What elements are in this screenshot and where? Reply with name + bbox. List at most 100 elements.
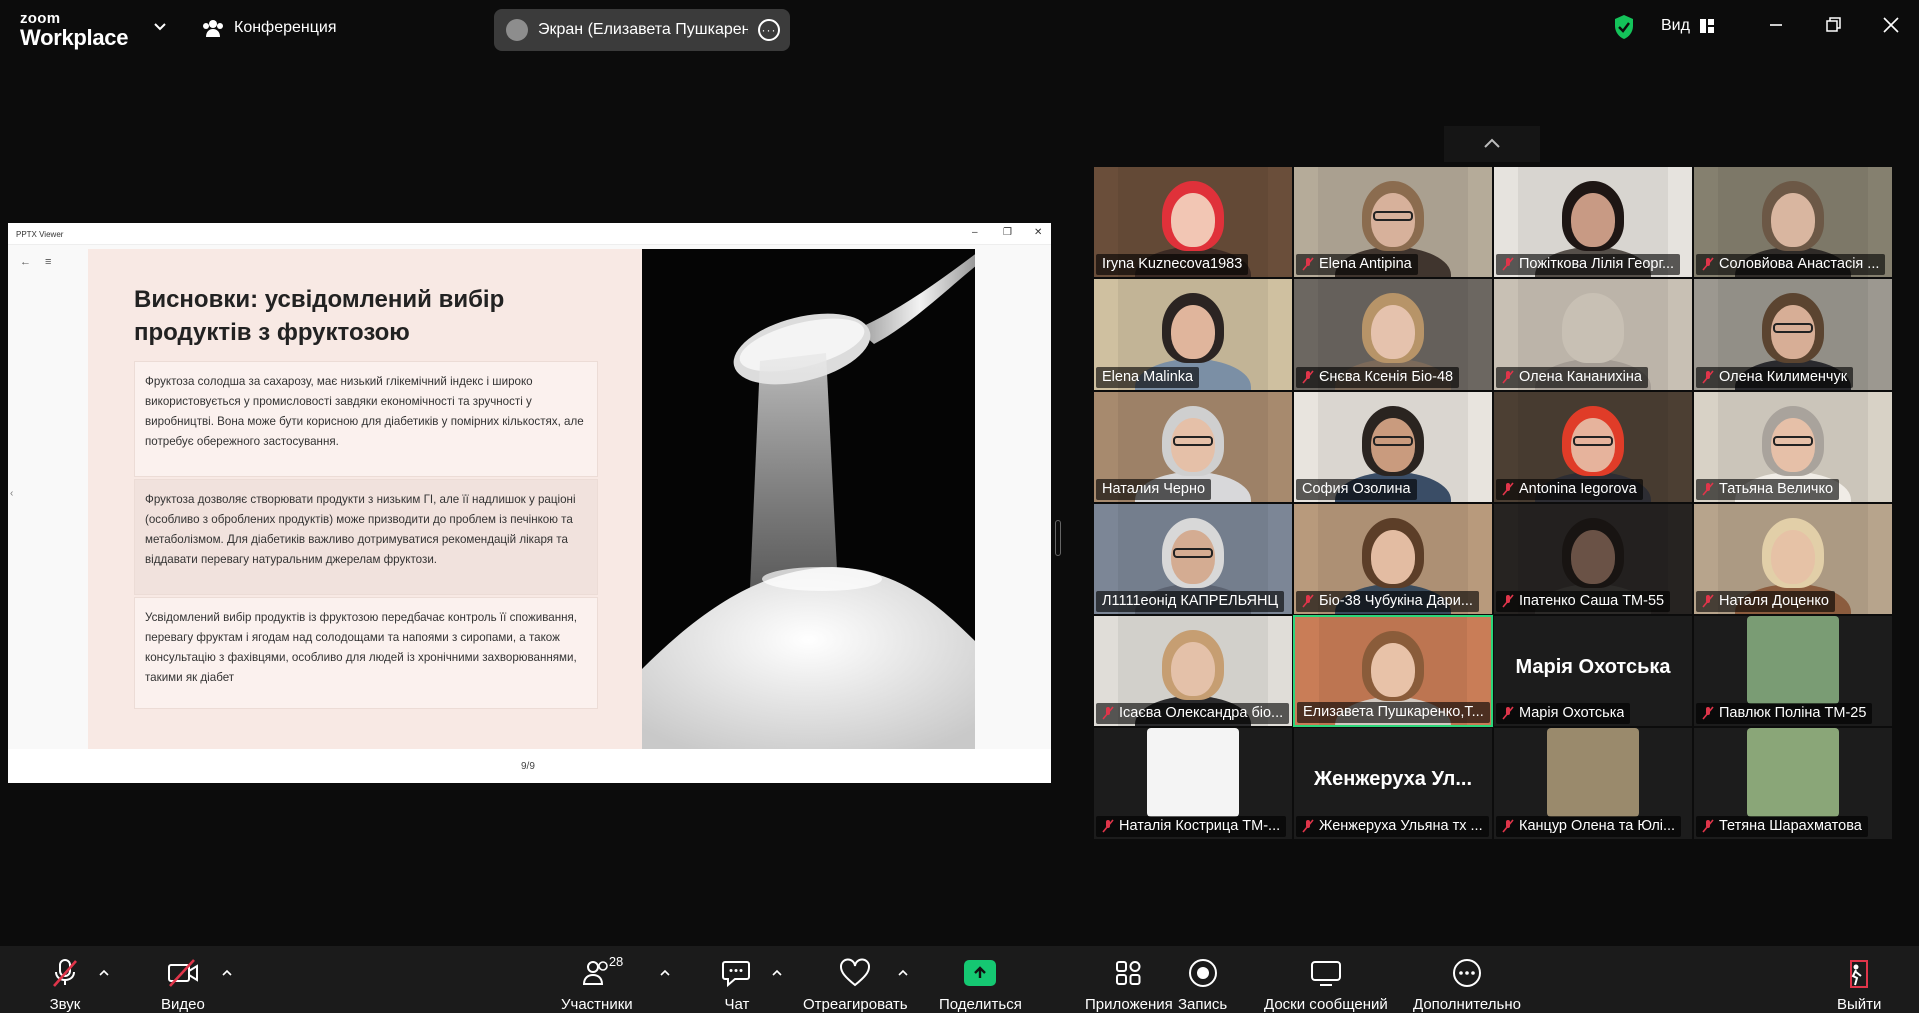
participant-tile[interactable]: Канцур Олена та Юлі...	[1493, 727, 1693, 840]
gallery-collapse-button[interactable]	[1444, 126, 1540, 162]
pptx-close-icon[interactable]: ✕	[1034, 227, 1042, 238]
record-button[interactable]: Запись	[1178, 958, 1227, 1013]
microphone-muted-icon	[1302, 819, 1314, 833]
chevron-down-icon[interactable]	[152, 18, 168, 34]
participant-name-tag: Марія Охотська	[1496, 703, 1631, 725]
microphone-muted-icon	[1302, 594, 1314, 608]
view-button[interactable]: Вид	[1661, 17, 1714, 35]
chat-button[interactable]: Чат	[721, 958, 753, 1013]
participant-tile[interactable]: Elena Malinka	[1093, 278, 1293, 391]
participant-tile[interactable]: Iryna Kuznecova1983	[1093, 166, 1293, 279]
person-face	[1371, 529, 1415, 584]
participant-tile[interactable]: Наталя Доценко	[1693, 502, 1893, 616]
participant-tile[interactable]: Елизавета Пушкаренко,Т...	[1293, 615, 1493, 728]
participant-tile[interactable]: Ісаєва Олександра біо...	[1093, 615, 1293, 728]
participant-name-tag: Наталя Доценко	[1696, 591, 1835, 613]
security-shield-icon[interactable]	[1613, 14, 1635, 40]
participant-tile[interactable]: Л1111еонід КАПРЕЛЬЯНЦ	[1093, 502, 1293, 616]
participant-tile[interactable]: Єнєва Ксенія Біо-48	[1293, 278, 1493, 391]
participant-tile[interactable]: Наталия Черно	[1093, 390, 1293, 503]
chat-options-caret-icon[interactable]	[771, 968, 783, 976]
participant-tile[interactable]: Олена Кананихіна	[1493, 278, 1693, 391]
meeting-info-button[interactable]: Конференция	[202, 18, 337, 38]
chat-label: Чат	[724, 996, 750, 1013]
heart-icon	[840, 958, 871, 987]
screen-share-pill[interactable]: Экран (Елизавета Пушкаренко, ···	[494, 9, 790, 51]
hamburger-menu-icon[interactable]: ≡	[45, 256, 51, 268]
apps-label: Приложения	[1085, 996, 1173, 1013]
participant-name-tag: Antonina Iegorova	[1496, 478, 1643, 500]
microphone-muted-icon	[1302, 370, 1314, 384]
participant-tile[interactable]: Марія Охотська Марія Охотська	[1493, 615, 1693, 728]
participant-tile[interactable]: Біо-38 Чубукіна Дари...	[1293, 502, 1493, 616]
glasses	[1173, 435, 1213, 446]
participant-name: Наталия Черно	[1102, 480, 1206, 497]
pptx-minimize-icon[interactable]: –	[972, 227, 978, 238]
more-button[interactable]: Дополнительно	[1413, 958, 1521, 1013]
video-button[interactable]: Видео	[161, 958, 205, 1013]
more-options-icon[interactable]: ···	[758, 19, 780, 41]
meeting-icon	[203, 20, 223, 37]
microphone-muted-icon	[1702, 819, 1714, 833]
participant-name: Тетяна Шарахматова	[1719, 817, 1862, 834]
pptx-restore-icon[interactable]: ❐	[1003, 227, 1012, 238]
participant-tile[interactable]: Elena Antipina	[1293, 166, 1493, 279]
view-label: Вид	[1661, 17, 1690, 34]
slide-left-arrow-icon[interactable]: ‹	[10, 488, 13, 499]
react-label: Отреагировать	[803, 996, 908, 1013]
participant-tile[interactable]: Олена Килименчук	[1693, 278, 1893, 391]
video-options-caret-icon[interactable]	[221, 968, 233, 976]
participant-name-tag: Канцур Олена та Юлі...	[1496, 815, 1682, 837]
participants-options-caret-icon[interactable]	[659, 968, 671, 976]
participant-tile[interactable]: Antonina Iegorova	[1493, 390, 1693, 503]
audio-button[interactable]: Звук	[49, 958, 81, 1013]
chevron-up-icon	[1484, 138, 1500, 148]
person-face	[1771, 529, 1815, 584]
glasses	[1773, 323, 1813, 334]
participant-tile[interactable]: София Озолина	[1293, 390, 1493, 503]
splitter-handle[interactable]	[1055, 520, 1061, 556]
presenter-avatar	[506, 19, 528, 41]
avatar	[1747, 728, 1839, 817]
close-icon[interactable]	[1880, 14, 1902, 36]
audio-options-caret-icon[interactable]	[98, 968, 110, 976]
participant-tile[interactable]: Соловйова Анастасія ...	[1693, 166, 1893, 279]
participant-tile[interactable]: Іпатенко Саша ТМ-55	[1493, 502, 1693, 616]
participant-tile[interactable]: Павлюк Поліна ТМ-25	[1693, 615, 1893, 728]
participant-tile[interactable]: Наталія Кострица ТМ-...	[1093, 727, 1293, 840]
microphone-muted-icon	[1502, 257, 1514, 271]
microphone-muted-icon	[1302, 257, 1314, 271]
apps-button[interactable]: Приложения	[1085, 958, 1173, 1013]
participant-tile[interactable]: Пожіткова Лілія Георг...	[1493, 166, 1693, 279]
back-arrow-icon[interactable]: ←	[20, 256, 31, 268]
person-face	[1571, 193, 1615, 247]
glasses	[1373, 435, 1413, 446]
participant-tile[interactable]: Женжеруха Ул... Женжеруха Ульяна тх ...	[1293, 727, 1493, 840]
react-options-caret-icon[interactable]	[897, 968, 909, 976]
participant-name: Iryna Kuznecova1983	[1102, 256, 1243, 273]
participants-button[interactable]: 28 Участники	[561, 954, 633, 1013]
slide-paragraph: Фруктоза солодша за сахарозу, має низьки…	[134, 361, 598, 477]
participant-name-tag: Іпатенко Саша ТМ-55	[1496, 591, 1671, 613]
participant-tile[interactable]: Тетяна Шарахматова	[1693, 727, 1893, 840]
restore-icon[interactable]	[1822, 14, 1844, 36]
whiteboards-button[interactable]: Доски сообщений	[1264, 958, 1388, 1013]
react-button[interactable]: Отреагировать	[803, 958, 908, 1013]
shared-screen: PPTX Viewer – ❐ ✕ ← ≡ ‹ Висновки: усвідо…	[8, 223, 1051, 783]
share-screen-button[interactable]: Поделиться	[939, 958, 1022, 1013]
camera-off-icon	[167, 959, 198, 987]
glasses	[1173, 547, 1213, 558]
person-face	[1171, 193, 1215, 247]
minimize-icon[interactable]	[1765, 14, 1787, 36]
leave-button[interactable]: Выйти	[1837, 958, 1881, 1013]
person-face	[1171, 642, 1215, 697]
glasses	[1573, 435, 1613, 446]
participants-count: 28	[608, 954, 624, 969]
participant-name: Елизавета Пушкаренко,Т...	[1303, 704, 1484, 721]
leave-label: Выйти	[1837, 996, 1882, 1013]
participant-name-tag: Олена Килименчук	[1696, 366, 1854, 388]
whiteboards-label: Доски сообщений	[1264, 996, 1388, 1013]
microphone-muted-icon	[1702, 370, 1714, 384]
share-label: Поделиться	[939, 996, 1022, 1013]
participant-tile[interactable]: Татьяна Величко	[1693, 390, 1893, 503]
